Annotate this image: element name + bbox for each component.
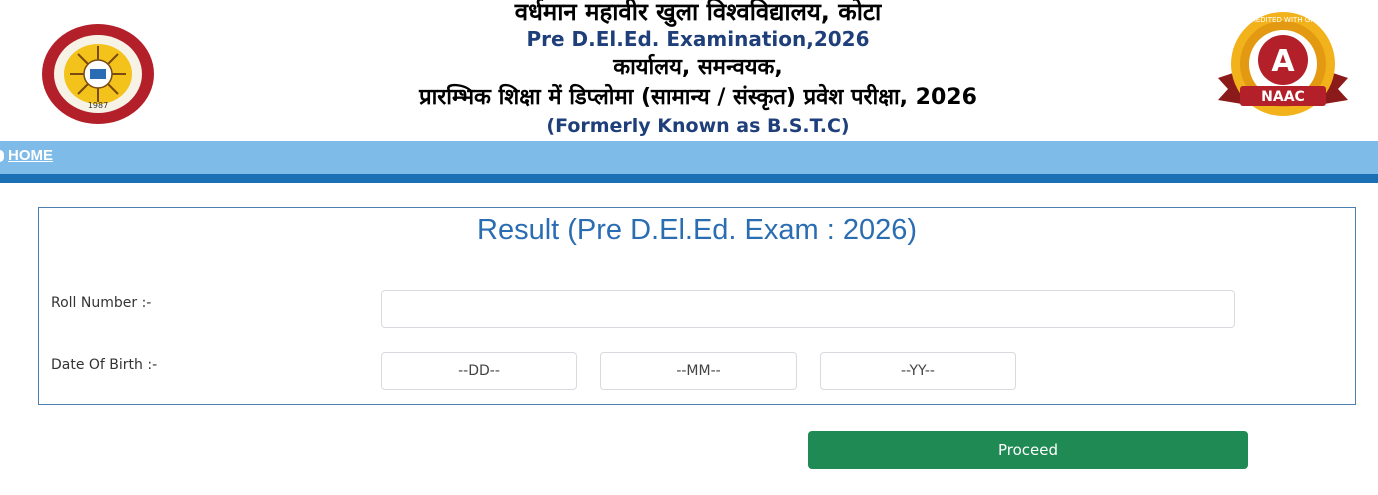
page-title: Result (Pre D.El.Ed. Exam : 2026) bbox=[477, 214, 917, 246]
logo-year: 1987 bbox=[88, 101, 108, 110]
badge-grade: A bbox=[1271, 44, 1295, 79]
badge-label: NAAC bbox=[1261, 89, 1305, 105]
roll-number-input[interactable] bbox=[381, 290, 1235, 328]
proceed-button[interactable]: Proceed bbox=[808, 431, 1248, 469]
site-header: 1987 वर्धमान महावीर खुला विश्वविद्यालय, … bbox=[0, 0, 1378, 141]
result-form-panel: Result (Pre D.El.Ed. Exam : 2026) Roll N… bbox=[38, 207, 1356, 405]
program-title: प्रारम्भिक शिक्षा में डिप्लोमा (सामान्य … bbox=[419, 85, 977, 110]
university-name: वर्धमान महावीर खुला विश्वविद्यालय, कोटा bbox=[514, 0, 882, 26]
nav-strip bbox=[0, 174, 1378, 183]
dob-year-select[interactable]: --YY-- bbox=[820, 352, 1016, 390]
header-titles: वर्धमान महावीर खुला विश्वविद्यालय, कोटा … bbox=[300, 0, 1096, 139]
naac-badge-icon: ACCREDITED WITH GRADE A NAAC bbox=[1218, 12, 1348, 116]
badge-ring-text: ACCREDITED WITH GRADE bbox=[1237, 16, 1330, 24]
roll-number-label: Roll Number :- bbox=[51, 295, 152, 311]
exam-name: Pre D.El.Ed. Examination,2026 bbox=[526, 27, 870, 51]
dob-label: Date Of Birth :- bbox=[51, 357, 158, 373]
dob-month-select[interactable]: --MM-- bbox=[600, 352, 797, 390]
dob-day-select[interactable]: --DD-- bbox=[381, 352, 577, 390]
university-logo-icon: 1987 bbox=[42, 24, 154, 124]
office-title: कार्यालय, समन्वयक, bbox=[613, 55, 783, 80]
home-link[interactable]: HOME bbox=[0, 147, 53, 164]
nav-bar: HOME bbox=[0, 141, 1378, 174]
formerly-known: (Formerly Known as B.S.T.C) bbox=[546, 115, 850, 137]
